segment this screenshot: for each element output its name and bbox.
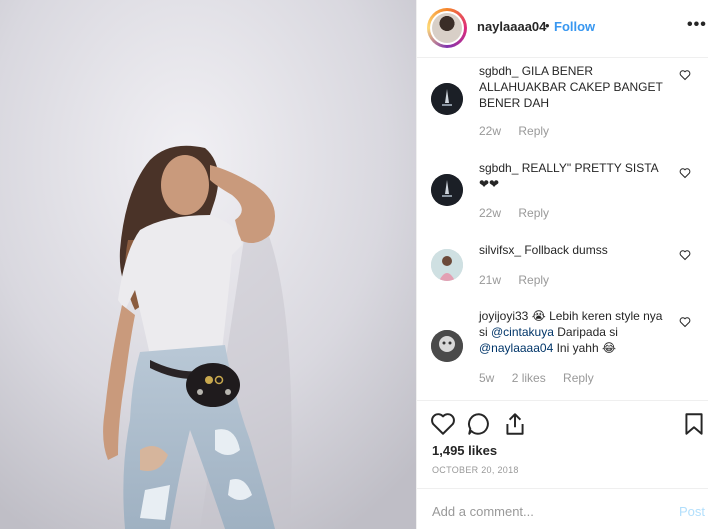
reply-button[interactable]: Reply <box>563 371 594 385</box>
post-comment-button[interactable]: Post <box>679 504 705 519</box>
author-avatar[interactable] <box>427 8 467 48</box>
follow-button[interactable]: Follow <box>554 19 595 34</box>
comment-username[interactable]: silvifsx_ <box>479 243 521 257</box>
comment-likes[interactable]: 2 likes <box>512 371 546 385</box>
comment-meta: 22w Reply <box>479 124 563 138</box>
commenter-avatar[interactable] <box>431 330 463 362</box>
post-photo[interactable] <box>0 0 416 529</box>
comment-time[interactable]: 22w <box>479 124 501 138</box>
reply-button[interactable]: Reply <box>518 273 549 287</box>
comment-text: sgbdh_ REALLY" PRETTY SISTA❤❤ <box>479 160 663 192</box>
comment-username[interactable]: sgbdh_ <box>479 161 518 175</box>
photo-illustration <box>0 0 416 529</box>
comment-like-heart-icon[interactable] <box>679 249 691 261</box>
comment-body: Ini yahh <box>553 341 602 355</box>
post-actions: 1,495 likes OCTOBER 20, 2018 <box>417 400 708 488</box>
comment-body: Follback dumss <box>521 243 608 257</box>
mention-link[interactable]: @cintakuya <box>491 325 554 339</box>
comment-emoji: 😂 <box>601 341 616 355</box>
comment-like-heart-icon[interactable] <box>679 167 691 179</box>
comment-time[interactable]: 22w <box>479 206 501 220</box>
reply-button[interactable]: Reply <box>518 206 549 220</box>
more-options-icon[interactable]: ••• <box>687 16 707 34</box>
comment-input[interactable]: Add a comment... <box>432 504 534 519</box>
likes-count[interactable]: 1,495 likes <box>432 443 497 458</box>
comment-icon[interactable] <box>466 411 492 437</box>
comment-username[interactable]: joyijoyi33 <box>479 309 528 323</box>
comment-like-heart-icon[interactable] <box>679 316 691 328</box>
bookmark-icon[interactable] <box>681 411 707 437</box>
post-date[interactable]: OCTOBER 20, 2018 <box>432 465 519 475</box>
header-separator: • <box>545 18 550 33</box>
post-header: naylaaaa04 • Follow ••• <box>417 0 708 58</box>
comment-time[interactable]: 5w <box>479 371 494 385</box>
comment-emoji: 😭 <box>531 309 546 323</box>
share-icon[interactable] <box>502 411 528 437</box>
commenter-avatar[interactable] <box>431 249 463 281</box>
comment-text: joyijoyi33 😭 Lebih keren style nya si @c… <box>479 308 663 356</box>
commenter-avatar[interactable] <box>431 174 463 206</box>
comment-username[interactable]: sgbdh_ <box>479 64 518 78</box>
post-sidebar: naylaaaa04 • Follow ••• sgbdh_ GILA BENE… <box>416 0 708 529</box>
commenter-avatar[interactable] <box>431 83 463 115</box>
comment-text: sgbdh_ GILA BENER ALLAHUAKBAR CAKEP BANG… <box>479 63 663 111</box>
comment-like-heart-icon[interactable] <box>679 69 691 81</box>
comment-body: Daripada si <box>553 325 618 339</box>
comment-text: silvifsx_ Follback dumss <box>479 242 663 258</box>
add-comment-bar: Add a comment... Post <box>417 488 708 529</box>
comment-meta: 5w 2 likes Reply <box>479 371 608 385</box>
heart-icon[interactable] <box>430 411 456 437</box>
comments-list[interactable]: sgbdh_ GILA BENER ALLAHUAKBAR CAKEP BANG… <box>417 59 708 400</box>
reply-button[interactable]: Reply <box>518 124 549 138</box>
comment-time[interactable]: 21w <box>479 273 501 287</box>
comment-meta: 21w Reply <box>479 273 563 287</box>
mention-link[interactable]: @naylaaaa04 <box>479 341 553 355</box>
author-username[interactable]: naylaaaa04 <box>477 19 546 34</box>
comment-meta: 22w Reply <box>479 206 563 220</box>
